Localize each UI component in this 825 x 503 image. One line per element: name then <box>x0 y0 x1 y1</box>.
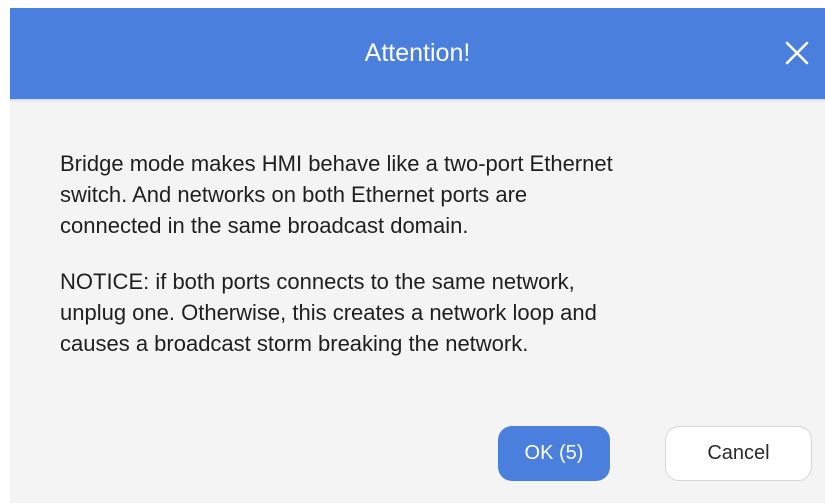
dialog-title: Attention! <box>364 39 471 67</box>
dialog-message: Bridge mode makes HMI behave like a two-… <box>60 148 780 384</box>
left-edge <box>0 0 10 503</box>
cancel-button[interactable]: Cancel <box>665 426 812 481</box>
close-icon <box>785 41 809 65</box>
header-shadow <box>10 99 825 103</box>
message-line: connected in the same broadcast domain. <box>60 213 469 238</box>
screen: Attention! Bridge mode makes HMI behave … <box>0 0 825 503</box>
message-paragraph-bridge-mode: Bridge mode makes HMI behave like a two-… <box>60 148 780 241</box>
message-line: causes a broadcast storm breaking the ne… <box>60 331 529 356</box>
message-line: NOTICE: if both ports connects to the sa… <box>60 269 575 294</box>
ok-button[interactable]: OK (5) <box>498 426 610 481</box>
message-line: switch. And networks on both Ethernet po… <box>60 182 528 207</box>
close-button[interactable] <box>781 37 813 69</box>
message-paragraph-notice: NOTICE: if both ports connects to the sa… <box>60 266 780 359</box>
message-line: unplug one. Otherwise, this creates a ne… <box>60 300 597 325</box>
message-line: Bridge mode makes HMI behave like a two-… <box>60 151 613 176</box>
attention-dialog: Attention! Bridge mode makes HMI behave … <box>10 8 825 503</box>
dialog-header: Attention! <box>10 8 825 99</box>
